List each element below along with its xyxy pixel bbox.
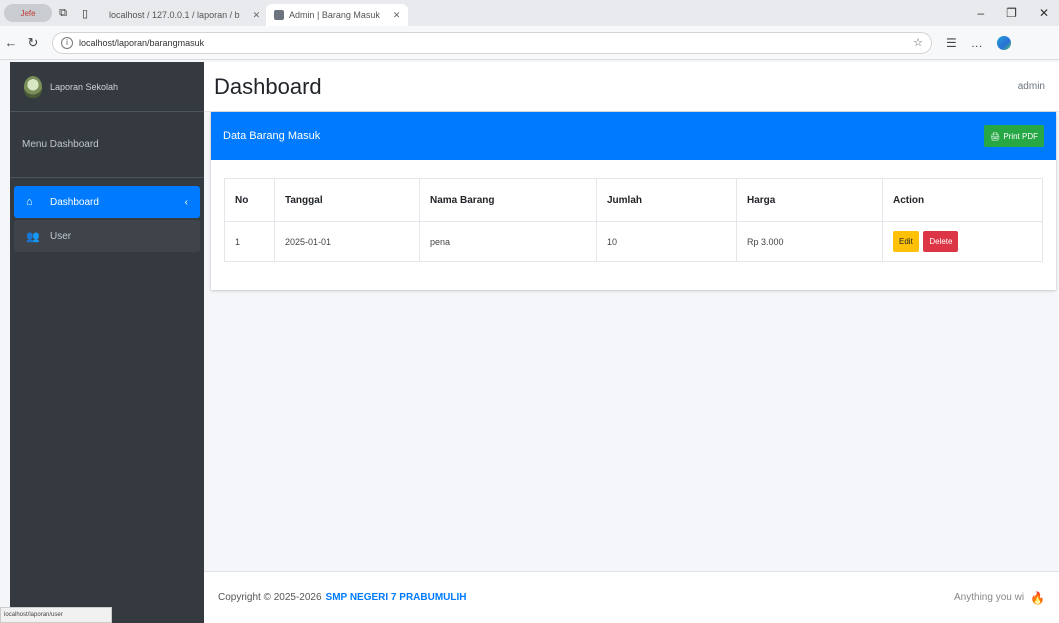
- chevron-left-icon: ‹: [184, 196, 188, 208]
- site-info-icon[interactable]: i: [61, 36, 73, 49]
- school-logo-icon: [24, 75, 42, 98]
- column-header: Harga: [736, 178, 883, 222]
- cell-jumlah: 10: [596, 221, 737, 262]
- column-header: No: [224, 178, 275, 222]
- profile-label: Jefe: [20, 8, 36, 18]
- status-url: localhost/laporan/user: [4, 612, 63, 618]
- top-navbar: Dashboard admin: [204, 62, 1059, 112]
- footer-right-text: Anything you wi: [954, 592, 1025, 603]
- profile-button[interactable]: Jefe: [4, 4, 52, 22]
- browser-tab-strip: Jefe ⧉ ▯ localhost / 127.0.0.1 / laporan…: [0, 0, 1059, 26]
- close-tab-icon[interactable]: ✕: [393, 10, 401, 21]
- back-arrow-icon[interactable]: ←: [0, 35, 22, 50]
- close-window-icon[interactable]: ✕: [1039, 6, 1049, 20]
- browser-tab-phpmyadmin[interactable]: localhost / 127.0.0.1 / laporan / b ✕: [96, 4, 266, 26]
- edit-button[interactable]: Edit: [893, 231, 919, 252]
- refresh-icon[interactable]: ↻: [22, 35, 44, 51]
- close-tab-icon[interactable]: ✕: [253, 10, 261, 21]
- print-pdf-button[interactable]: 🖨 Print PDF: [984, 125, 1044, 147]
- printer-icon: 🖨: [990, 131, 1001, 141]
- data-card: Data Barang Masuk 🖨 Print PDF No Tanggal…: [211, 112, 1056, 290]
- url-text: localhost/laporan/barangmasuk: [79, 37, 205, 48]
- brand-link[interactable]: Laporan Sekolah: [10, 62, 204, 112]
- more-options-icon[interactable]: …: [971, 36, 983, 50]
- address-bar-row: ← ↻ i localhost/laporan/barangmasuk ☆ ☰ …: [0, 26, 1059, 60]
- sidebar-item-label: Dashboard: [50, 196, 99, 208]
- footer-right: Anything you wi 🔥: [954, 591, 1045, 605]
- favorite-star-icon[interactable]: ☆: [913, 36, 923, 49]
- tab-actions-icon[interactable]: ⧉: [52, 7, 74, 20]
- cell-nama-barang: pena: [419, 221, 597, 262]
- column-header: Nama Barang: [419, 178, 597, 222]
- user-panel-label: Menu Dashboard: [22, 139, 99, 150]
- page-title: Dashboard: [214, 73, 322, 99]
- window-controls: – ❐ ✕: [977, 6, 1059, 20]
- tab-title: localhost / 127.0.0.1 / laporan / b: [109, 10, 240, 20]
- print-pdf-label: Print PDF: [1003, 131, 1038, 141]
- user-menu[interactable]: admin: [1018, 81, 1049, 92]
- sidebar-item-dashboard[interactable]: ⌂ Dashboard ‹: [14, 186, 200, 218]
- user-panel: Menu Dashboard: [10, 112, 204, 178]
- barang-masuk-table: No Tanggal Nama Barang Jumlah Harga Acti…: [224, 178, 1043, 262]
- minimize-icon[interactable]: –: [977, 6, 984, 20]
- cell-action: Edit Delete: [882, 221, 1043, 262]
- sidebar: Laporan Sekolah Menu Dashboard ⌂ Dashboa…: [10, 62, 204, 623]
- browser-tab-admin[interactable]: Admin | Barang Masuk ✕: [266, 4, 409, 26]
- table-row: 1 2025-01-01 pena 10 Rp 3.000 Edit Delet…: [224, 221, 1043, 262]
- brand-text: Laporan Sekolah: [50, 81, 119, 92]
- column-header: Tanggal: [274, 178, 420, 222]
- vertical-tabs-icon[interactable]: ▯: [74, 7, 96, 20]
- flame-icon: 🔥: [1030, 590, 1045, 605]
- delete-button[interactable]: Delete: [923, 231, 959, 252]
- footer: Copyright © 2025-2026 SMP NEGERI 7 PRABU…: [204, 571, 1059, 623]
- favorites-icon[interactable]: ☰: [946, 36, 957, 50]
- sidebar-menu: ⌂ Dashboard ‹ 👥 User: [10, 178, 204, 262]
- column-header: Action: [882, 178, 1043, 222]
- copilot-icon[interactable]: [996, 35, 1011, 50]
- sidebar-item-label: User: [50, 230, 72, 242]
- column-header: Jumlah: [596, 178, 737, 222]
- users-icon: 👥: [26, 230, 40, 243]
- restore-icon[interactable]: ❐: [1006, 6, 1017, 20]
- cell-no: 1: [224, 221, 275, 262]
- url-input[interactable]: i localhost/laporan/barangmasuk ☆: [52, 31, 932, 54]
- main-content: Dashboard admin Data Barang Masuk 🖨 Prin…: [204, 62, 1059, 623]
- sidebar-item-user[interactable]: 👥 User: [14, 220, 200, 252]
- table-header-row: No Tanggal Nama Barang Jumlah Harga Acti…: [224, 178, 1043, 222]
- card-body: No Tanggal Nama Barang Jumlah Harga Acti…: [211, 160, 1056, 280]
- browser-status-bar: localhost/laporan/user: [0, 607, 112, 623]
- home-icon: ⌂: [26, 196, 33, 208]
- card-title: Data Barang Masuk: [223, 130, 321, 142]
- cell-tanggal: 2025-01-01: [274, 221, 420, 262]
- tab-title: Admin | Barang Masuk: [289, 10, 380, 20]
- admin-favicon-icon: [274, 10, 284, 20]
- school-link[interactable]: SMP NEGERI 7 PRABUMULIH: [326, 592, 467, 603]
- copyright-text: Copyright © 2025-2026: [218, 592, 322, 603]
- card-header: Data Barang Masuk 🖨 Print PDF: [211, 112, 1056, 160]
- cell-harga: Rp 3.000: [736, 221, 883, 262]
- browser-toolbar: ☰ …: [946, 35, 1011, 50]
